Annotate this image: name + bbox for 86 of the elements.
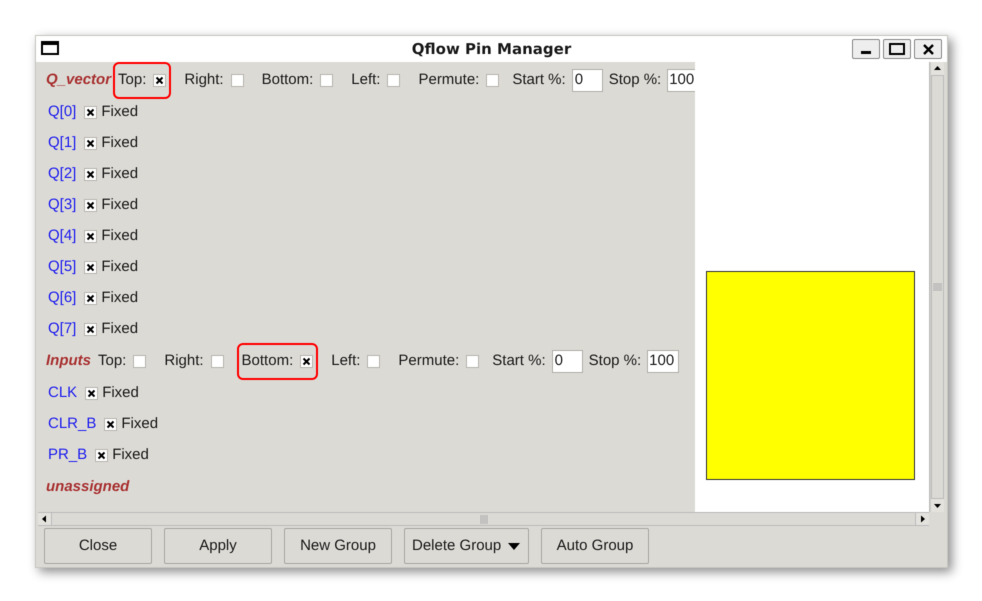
pin-name: Q[1] xyxy=(48,133,76,154)
scroll-right-icon xyxy=(916,513,929,525)
fixed-label: Fixed xyxy=(101,226,138,246)
pin-name: PR_B xyxy=(48,445,88,466)
fixed-label: Fixed xyxy=(101,319,138,340)
fixed-label: Fixed xyxy=(101,257,138,278)
checkbox[interactable] xyxy=(84,292,98,305)
group-name: Inputs xyxy=(46,351,91,372)
checkbox[interactable] xyxy=(210,355,224,368)
maximize-icon xyxy=(889,43,905,55)
checkbox[interactable] xyxy=(84,230,98,243)
grip-icon xyxy=(480,514,488,524)
fixed-label: Fixed xyxy=(101,133,138,154)
stop-label: Stop %: xyxy=(588,351,642,372)
grip-icon xyxy=(932,283,942,291)
window-title: Qflow Pin Manager xyxy=(412,38,572,60)
fixed-label: Fixed xyxy=(121,414,158,434)
fixed-label: Fixed xyxy=(101,164,138,184)
pin-name: Q[5] xyxy=(48,257,76,278)
vertical-scrollbar[interactable] xyxy=(929,62,944,512)
side-label: Top: xyxy=(98,351,126,372)
side-label: Bottom: xyxy=(242,351,294,372)
window-icon xyxy=(41,41,59,55)
checkbox[interactable] xyxy=(230,74,244,87)
checkbox[interactable] xyxy=(133,355,146,368)
minimize-icon xyxy=(861,51,871,54)
pin-name: CLR_B xyxy=(48,414,96,434)
side-label: Permute: xyxy=(418,70,480,90)
scroll-up-icon xyxy=(930,62,944,75)
scroll-left-icon xyxy=(38,513,51,525)
checkbox[interactable] xyxy=(300,355,314,368)
checkbox[interactable] xyxy=(153,74,166,87)
dialog-button[interactable]: Close xyxy=(44,528,152,564)
side-label: Permute: xyxy=(398,351,460,372)
fixed-label: Fixed xyxy=(101,195,138,216)
start-label: Start %: xyxy=(492,351,546,372)
dialog-button[interactable]: New Group xyxy=(284,528,392,564)
checkbox[interactable] xyxy=(84,323,98,336)
side-label: Right: xyxy=(184,70,224,90)
group-name: Q_vector xyxy=(46,70,112,90)
dropdown-button[interactable]: Delete Group xyxy=(404,528,529,564)
fixed-label: Fixed xyxy=(102,383,139,404)
start-field[interactable]: 0 xyxy=(572,69,603,92)
pin-name: Q[7] xyxy=(48,319,76,340)
fixed-label: Fixed xyxy=(101,102,138,122)
close-icon xyxy=(922,44,934,54)
caret-icon xyxy=(508,542,520,550)
scroll-down-icon xyxy=(930,499,944,512)
checkbox[interactable] xyxy=(367,355,380,368)
stop-field[interactable]: 100 xyxy=(667,69,695,92)
fixed-label: Fixed xyxy=(112,445,149,466)
maximize-button[interactable] xyxy=(883,39,911,59)
stop-field[interactable]: 100 xyxy=(647,350,680,373)
group-name: unassigned xyxy=(46,477,130,498)
start-field[interactable]: 0 xyxy=(552,350,583,373)
checkbox[interactable] xyxy=(387,74,400,87)
side-label: Right: xyxy=(164,351,204,372)
dialog-button[interactable]: Apply xyxy=(164,528,272,564)
pin-name: Q[6] xyxy=(48,288,76,308)
checkbox[interactable] xyxy=(84,106,98,119)
pin-name: CLK xyxy=(48,383,78,404)
pin-name: Q[3] xyxy=(48,195,76,216)
checkbox[interactable] xyxy=(84,168,98,181)
checkbox[interactable] xyxy=(84,199,98,212)
minimize-button[interactable] xyxy=(852,39,880,59)
pin-name: Q[0] xyxy=(48,102,76,122)
dialog-button[interactable]: Auto Group xyxy=(541,528,649,564)
checkbox[interactable] xyxy=(486,74,500,87)
side-label: Left: xyxy=(331,351,360,372)
fixed-label: Fixed xyxy=(101,288,138,308)
side-label: Top: xyxy=(118,70,146,90)
checkbox[interactable] xyxy=(104,418,118,431)
checkbox[interactable] xyxy=(466,355,480,368)
checkbox[interactable] xyxy=(320,74,334,87)
checkbox[interactable] xyxy=(85,387,98,400)
checkbox[interactable] xyxy=(84,137,98,150)
close-button[interactable] xyxy=(914,39,942,59)
checkbox[interactable] xyxy=(84,261,98,274)
side-label: Left: xyxy=(351,70,380,90)
pin-name: Q[2] xyxy=(48,164,76,184)
side-label: Bottom: xyxy=(262,70,314,90)
pin-name: Q[4] xyxy=(48,226,76,246)
checkbox[interactable] xyxy=(95,449,108,462)
stop-label: Stop %: xyxy=(608,70,662,90)
horizontal-scrollbar[interactable] xyxy=(38,512,929,526)
start-label: Start %: xyxy=(512,70,566,90)
